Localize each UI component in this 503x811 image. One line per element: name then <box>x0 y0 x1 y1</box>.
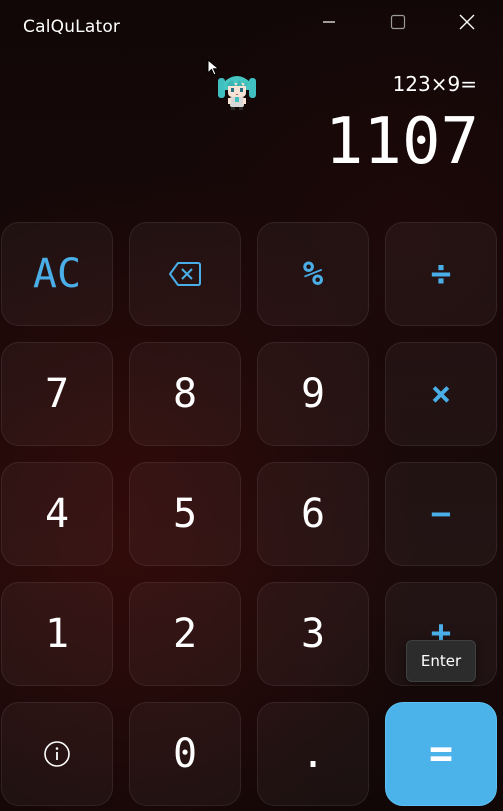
digit-5-button[interactable]: 5 <box>129 462 241 566</box>
digit-0-button[interactable]: 0 <box>129 702 241 806</box>
maximize-icon <box>390 14 406 30</box>
close-button[interactable] <box>435 0 499 44</box>
subtract-button[interactable]: − <box>385 462 497 566</box>
digit-6-button[interactable]: 6 <box>257 462 369 566</box>
clear-button[interactable]: AC <box>1 222 113 326</box>
digit-9-button[interactable]: 9 <box>257 342 369 446</box>
digit-1-button[interactable]: 1 <box>1 582 113 686</box>
info-icon <box>44 741 70 767</box>
equals-button[interactable]: = <box>385 702 497 806</box>
expression-display: 123×9= <box>392 72 477 96</box>
digit-2-button[interactable]: 2 <box>129 582 241 686</box>
minimize-button[interactable] <box>297 0 361 44</box>
digit-8-button[interactable]: 8 <box>129 342 241 446</box>
divide-button[interactable]: ÷ <box>385 222 497 326</box>
backspace-icon <box>169 262 201 286</box>
percent-button[interactable]: % <box>257 222 369 326</box>
backspace-button[interactable] <box>129 222 241 326</box>
enter-tooltip: Enter <box>406 640 476 682</box>
mascot-character-image <box>218 76 256 110</box>
decimal-button[interactable]: . <box>257 702 369 806</box>
minimize-icon <box>323 21 335 23</box>
close-icon <box>459 14 475 30</box>
digit-7-button[interactable]: 7 <box>1 342 113 446</box>
multiply-button[interactable]: × <box>385 342 497 446</box>
digit-3-button[interactable]: 3 <box>257 582 369 686</box>
digit-4-button[interactable]: 4 <box>1 462 113 566</box>
calculator-window: CalQuLator 123×9= 1107 AC % ÷ 7 8 9 × 4 … <box>0 0 503 811</box>
app-title: CalQuLator <box>23 17 121 37</box>
result-display: 1107 <box>324 105 479 179</box>
maximize-button[interactable] <box>366 0 430 44</box>
info-button[interactable] <box>1 702 113 806</box>
